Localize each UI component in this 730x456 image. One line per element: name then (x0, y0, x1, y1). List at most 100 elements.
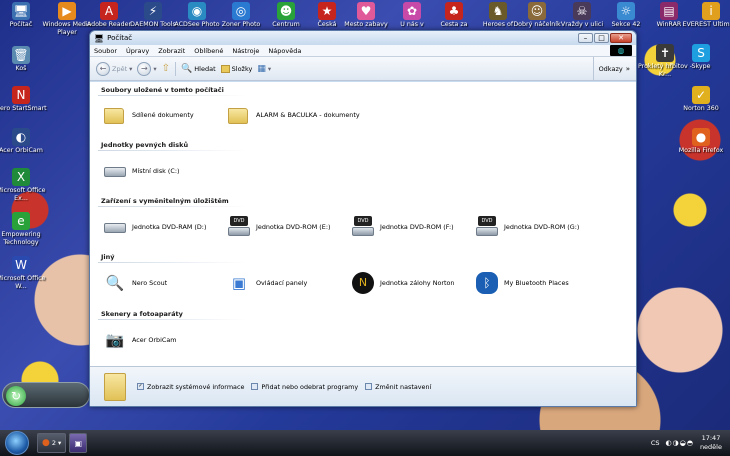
folder-icon (104, 108, 124, 124)
shared-documents-item[interactable]: Sdílené dokumenty (104, 104, 194, 126)
close-button[interactable]: ✕ (610, 33, 632, 43)
views-button[interactable]: ▦ ▾ (257, 64, 271, 74)
acer-orbicam-item[interactable]: 📷 Acer OrbiCam (104, 329, 177, 351)
links-button[interactable]: Odkazy (599, 65, 623, 73)
system-info-link[interactable]: ✓ Zobrazit systémové informace (137, 383, 244, 391)
desktop-app-icon: ♞ (489, 2, 507, 20)
back-button[interactable]: ← Zpět ▾ (96, 61, 133, 76)
dvd-drive-icon: DVD (228, 216, 250, 238)
menu-help[interactable]: Nápověda (268, 47, 301, 55)
desktop-app-icon: X (12, 168, 30, 186)
desktop-icon-label: Sekce 42 (611, 21, 641, 28)
desktop-icon-right-3[interactable]: ● Mozilla Firefox (672, 128, 730, 155)
webcam-icon: 📷 (105, 331, 125, 349)
desktop-app-icon: ☺ (528, 2, 546, 20)
desktop-icon-label: Nero StartSmart (0, 105, 47, 112)
desktop-app-icon: ● (692, 128, 710, 146)
add-remove-programs-link[interactable]: Přidat nebo odebrat programy (251, 383, 358, 391)
desktop-app-icon: ☻ (277, 2, 295, 20)
change-settings-link[interactable]: Změnit nastavení (365, 383, 431, 391)
desktop-icon-left-1[interactable]: N Nero StartSmart (0, 86, 50, 113)
bluetooth-places-item[interactable]: ᛒ My Bluetooth Places (476, 272, 569, 294)
control-panel-item[interactable]: ▣ Ovládací panely (228, 272, 307, 294)
dvd-rom-f-item[interactable]: DVD Jednotka DVD-ROM (F:) (352, 216, 454, 238)
local-disk-item[interactable]: Místní disk (C:) (104, 160, 179, 182)
desktop-icon-right-1[interactable]: S Skype (672, 44, 730, 71)
desktop-app-icon: ◐ (12, 128, 30, 146)
desktop-icon-right-2[interactable]: ✓ Norton 360 (672, 86, 730, 113)
nero-scout-item[interactable]: 🔍 Nero Scout (104, 272, 168, 294)
group-title-scanners: Skenery a fotoaparáty (101, 310, 183, 318)
desktop-icon-left-3[interactable]: X Microsoft Office Ex... (0, 168, 50, 202)
sidebar-gadget[interactable]: ↻ (2, 382, 90, 408)
programs-icon (251, 383, 259, 390)
content-pane: Soubory uložené v tomto počítači Sdílené… (90, 82, 636, 366)
desktop-icon-label: Empowering Technology (1, 231, 41, 246)
chevron-down-icon: ▾ (153, 64, 157, 73)
firefox-taskbar-button[interactable]: ● 2 ▾ (37, 433, 67, 453)
forward-button[interactable]: → ▾ (137, 61, 157, 76)
desktop-icon-label: WinRAR (656, 21, 682, 28)
menu-edit[interactable]: Úpravy (126, 47, 149, 55)
minimize-button[interactable]: – (578, 33, 593, 43)
search-icon: 🔍 (181, 63, 193, 74)
desktop-app-icon: ▶ (58, 2, 76, 20)
chevron-down-icon: ▾ (129, 64, 133, 73)
desktop-app-icon: ♣ (445, 2, 463, 20)
desktop-icon-top-16[interactable]: iEVEREST Ultima... (682, 2, 730, 29)
desktop-icon-left-5[interactable]: W Microsoft Office W... (0, 256, 50, 290)
language-indicator[interactable]: CS (651, 439, 660, 447)
desktop-app-icon: ✓ (692, 86, 710, 104)
clock[interactable]: 17:47 neděle (700, 434, 722, 452)
desktop-app-icon: ☼ (617, 2, 635, 20)
desktop-app-icon: A (100, 2, 118, 20)
windows-logo-icon: ◍ (610, 45, 632, 56)
search-button[interactable]: 🔍 Hledat (181, 64, 216, 74)
chevron-down-icon: ▾ (58, 439, 62, 447)
settings-icon (365, 383, 373, 390)
desktop-app-icon: 🖥 (12, 2, 30, 20)
menu-tools[interactable]: Nástroje (232, 47, 259, 55)
magnifier-icon: 🔍 (105, 274, 125, 292)
folder-icon (228, 108, 248, 124)
folder-icon (104, 372, 126, 401)
dvd-drive-icon: DVD (476, 216, 498, 238)
up-folder-icon: ⇧ (161, 63, 171, 74)
details-pane: ✓ Zobrazit systémové informace Přidat ne… (90, 366, 636, 406)
maximize-button[interactable]: □ (594, 33, 609, 43)
desktop-icon-left-2[interactable]: ◐ Acer OrbiCam (0, 128, 50, 155)
desktop-app-icon: ⚡ (144, 2, 162, 20)
explorer-taskbar-button[interactable]: ▣ (69, 433, 88, 453)
folders-button[interactable]: Složky (220, 64, 252, 73)
start-button[interactable] (5, 431, 29, 455)
desktop-icon-label: U nás v (400, 21, 424, 28)
desktop-app-icon: S (692, 44, 710, 62)
checkbox-icon: ✓ (137, 383, 144, 390)
group-title-hard-disks: Jednotky pevných disků (101, 141, 189, 149)
desktop-icon-label: Microsoft Office W... (0, 275, 46, 290)
alarm-documents-item[interactable]: ALARM & BACULKA - dokumenty (228, 104, 360, 126)
control-panel-icon: ▣ (231, 274, 247, 292)
dvd-rom-e-item[interactable]: DVD Jednotka DVD-ROM (E:) (228, 216, 330, 238)
norton-backup-item[interactable]: N Jednotka zálohy Norton (352, 272, 454, 294)
tray-icons: ◐◑◒◓ (665, 439, 694, 447)
up-folder-button[interactable]: ⇧ (162, 63, 170, 74)
forward-arrow-icon: → (137, 61, 152, 76)
desktop-icon-left-4[interactable]: e Empowering Technology (0, 212, 50, 246)
title-bar[interactable]: 🖥 Počítač – □ ✕ (90, 31, 636, 45)
desktop-icon-left-0[interactable]: 🗑 Koš (0, 46, 50, 73)
group-divider (98, 206, 248, 207)
dvd-ram-d-item[interactable]: Jednotka DVD-RAM (D:) (104, 216, 206, 238)
chevron-right-icon[interactable]: » (626, 65, 630, 73)
desktop-icon-label: Mesto zabavy (344, 21, 388, 28)
desktop-app-icon: ♥ (357, 2, 375, 20)
desktop-app-icon: ☠ (573, 2, 591, 20)
desktop-app-icon: ▤ (660, 2, 678, 20)
desktop-icon-label: Skype (691, 63, 711, 70)
menu-file[interactable]: Soubor (94, 47, 117, 55)
menu-view[interactable]: Zobrazit (158, 47, 185, 55)
menu-favorites[interactable]: Oblíbené (194, 47, 223, 55)
dvd-drive-icon (104, 223, 126, 233)
dvd-rom-g-item[interactable]: DVD Jednotka DVD-ROM (G:) (476, 216, 579, 238)
group-title-removable: Zařízení s vyměnitelným úložištěm (101, 197, 229, 205)
